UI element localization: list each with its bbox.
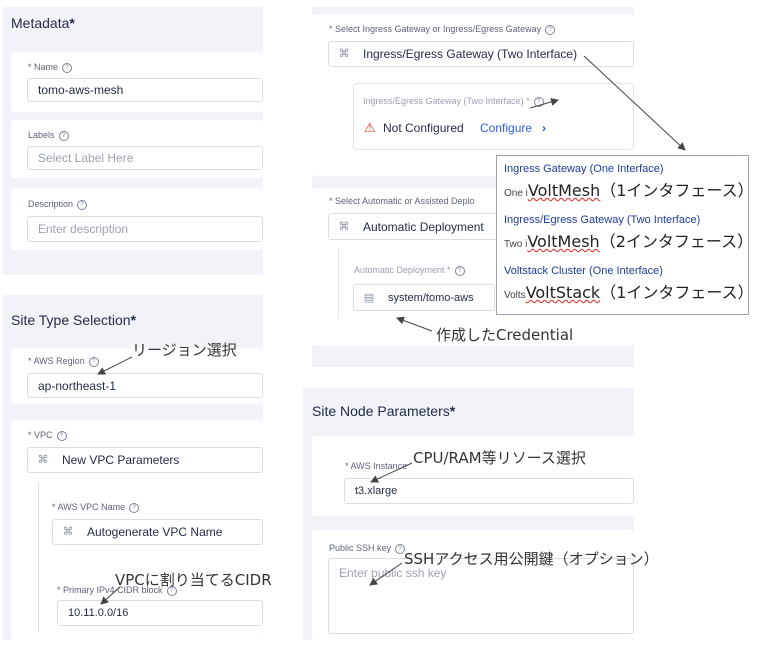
arrow-region [97, 356, 133, 375]
annotation-arrows [97, 55, 686, 605]
arrow-ingress-dropdown [583, 55, 686, 151]
arrow-credential [396, 316, 433, 332]
arrow-ssh [369, 562, 403, 586]
arrow-cidr [100, 586, 121, 605]
arrow-instance [370, 462, 413, 483]
arrow-ingress-sub [529, 98, 559, 109]
